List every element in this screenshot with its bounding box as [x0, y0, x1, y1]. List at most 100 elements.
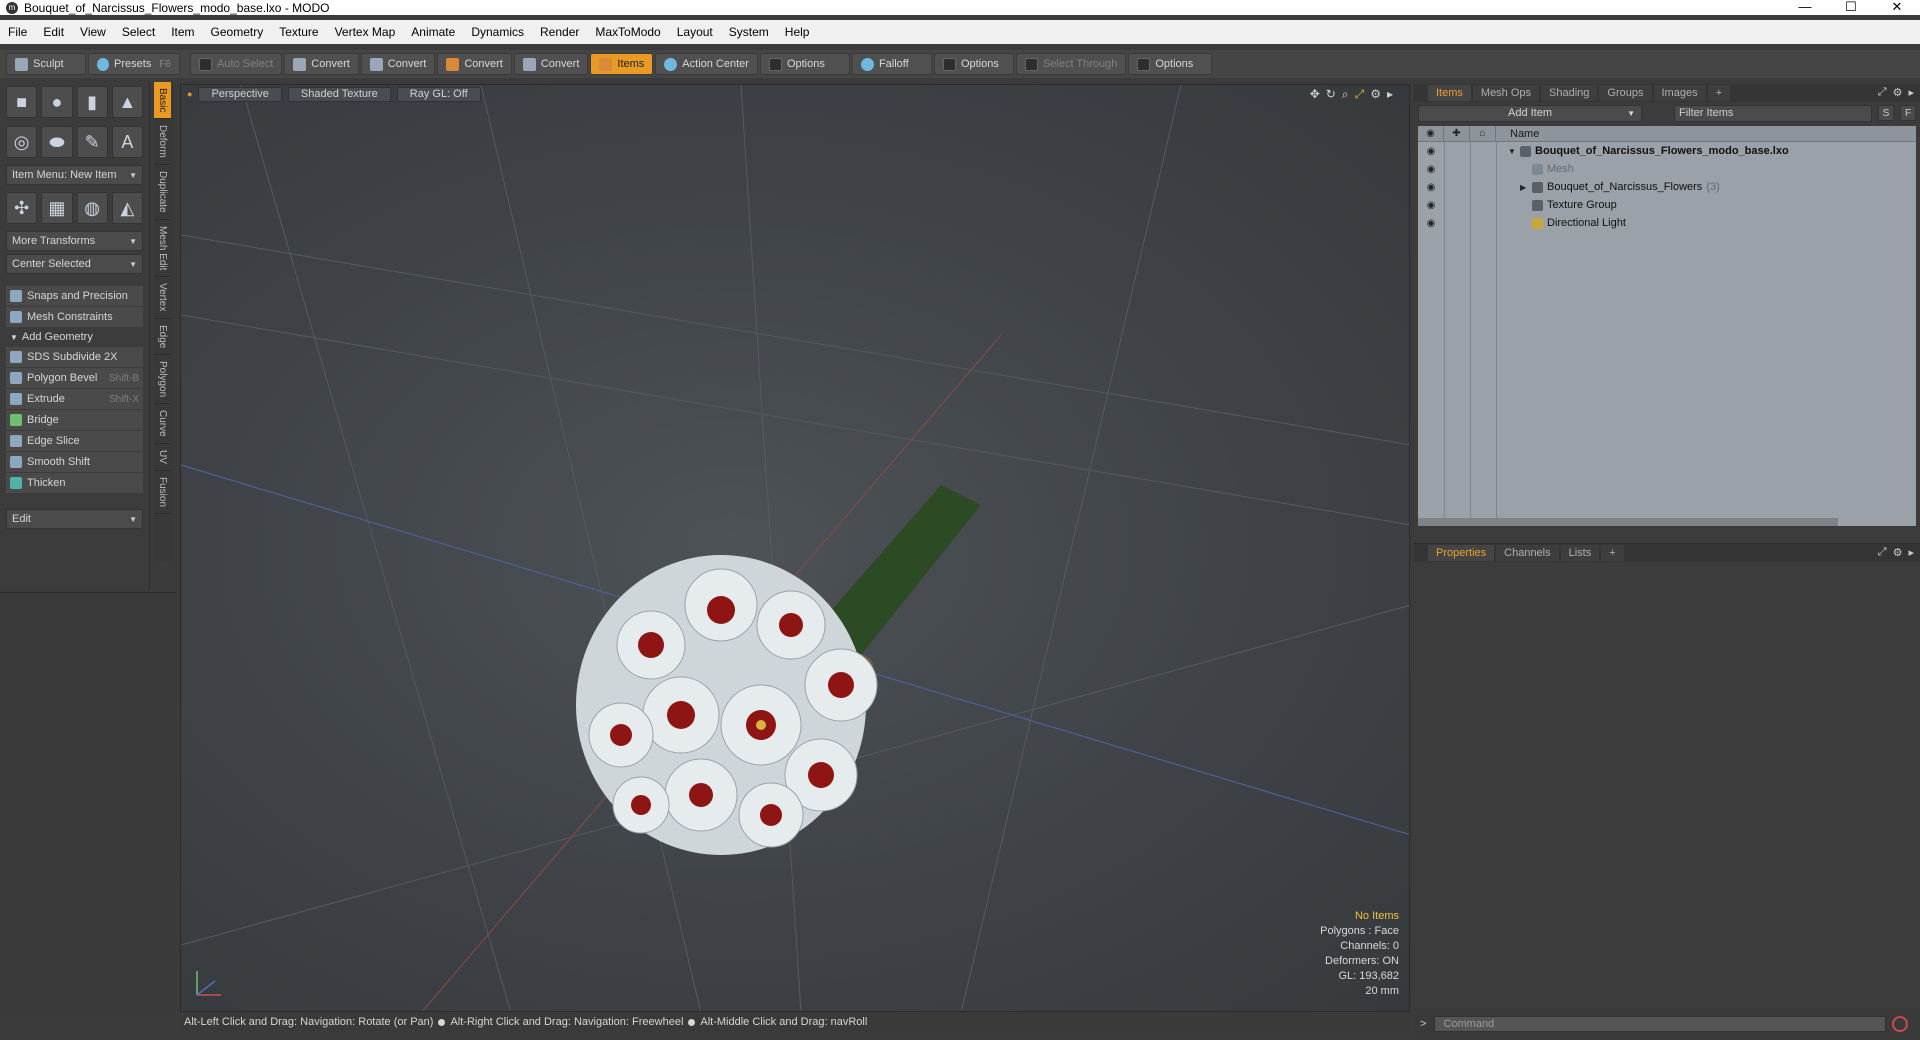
mesh-constraints-button[interactable]: Mesh Constraints: [6, 307, 143, 327]
vtab-vertex[interactable]: Vertex: [154, 277, 171, 319]
eye-icon[interactable]: ◉: [1418, 125, 1444, 142]
tab-lists[interactable]: Lists: [1560, 545, 1600, 561]
menu-texture[interactable]: Texture: [271, 25, 326, 39]
zoom-icon[interactable]: ⌕: [1342, 87, 1349, 102]
select-through-button[interactable]: Select Through: [1015, 53, 1127, 75]
bridge-button[interactable]: Bridge: [6, 410, 143, 430]
falloff-options-button[interactable]: Options: [933, 53, 1014, 75]
pen-icon[interactable]: ✎: [76, 126, 108, 158]
menu-file[interactable]: File: [0, 25, 35, 39]
capsule-icon[interactable]: ⬬: [41, 126, 73, 158]
polygon-bevel-button[interactable]: Polygon Bevel Shift-B: [6, 368, 143, 388]
chevron-right-icon[interactable]: ▸: [1908, 86, 1914, 99]
tree-row-directional-light[interactable]: ◉ Directional Light: [1418, 214, 1916, 232]
menu-help[interactable]: Help: [777, 25, 818, 39]
menu-layout[interactable]: Layout: [669, 25, 721, 39]
minimize-button[interactable]: —: [1782, 0, 1828, 15]
vtab-mesh-edit[interactable]: Mesh Edit: [154, 220, 171, 278]
convert-polygon-button[interactable]: Convert: [437, 53, 512, 75]
tab-groups[interactable]: Groups: [1599, 85, 1652, 101]
add-tab-button[interactable]: +: [1707, 85, 1731, 101]
convert-edge-button[interactable]: Convert: [360, 53, 436, 75]
select-icon[interactable]: ⌂: [1470, 125, 1496, 142]
presets-button[interactable]: Presets F6: [88, 53, 180, 75]
menu-render[interactable]: Render: [532, 25, 587, 39]
maximize-button[interactable]: ☐: [1828, 0, 1874, 15]
vtab-duplicate[interactable]: Duplicate: [154, 165, 171, 220]
menu-dynamics[interactable]: Dynamics: [463, 25, 532, 39]
edge-slice-button[interactable]: Edge Slice: [6, 431, 143, 451]
menu-select[interactable]: Select: [114, 25, 163, 39]
rotate-icon[interactable]: ↻: [1326, 87, 1336, 102]
cube-icon[interactable]: ■: [6, 86, 38, 118]
item-menu-dropdown[interactable]: Item Menu: New Item ▼: [6, 165, 143, 185]
transform-icon[interactable]: ✣: [6, 192, 38, 224]
filter-f-button[interactable]: F: [1900, 105, 1916, 121]
tree-horizontal-scrollbar[interactable]: [1418, 518, 1838, 526]
gear-icon[interactable]: ⚙: [1370, 87, 1381, 102]
fit-icon[interactable]: ⤢: [1355, 87, 1365, 102]
lock-icon[interactable]: ✚: [1444, 125, 1470, 142]
cone-icon[interactable]: ▲: [111, 86, 143, 118]
center-selected-dropdown[interactable]: Center Selected ▼: [6, 254, 143, 274]
tab-images[interactable]: Images: [1653, 85, 1706, 101]
edit-dropdown[interactable]: Edit ▼: [6, 509, 143, 529]
eye-icon[interactable]: ◉: [1418, 200, 1444, 211]
vtab-basic[interactable]: Basic: [154, 82, 171, 120]
filter-s-button[interactable]: S: [1878, 105, 1894, 121]
smooth-shift-button[interactable]: Smooth Shift: [6, 452, 143, 472]
expand-icon[interactable]: ⤢: [1878, 86, 1887, 99]
vtab-curve[interactable]: Curve: [154, 404, 171, 444]
vtab-polygon[interactable]: Polygon: [154, 355, 171, 405]
move-icon[interactable]: ✥: [1310, 87, 1320, 102]
sculpt-button[interactable]: Sculpt: [6, 53, 86, 75]
add-item-dropdown[interactable]: Add Item ▼: [1418, 104, 1642, 122]
vtab-uv[interactable]: UV: [154, 444, 171, 471]
globe-icon[interactable]: ◍: [76, 192, 108, 224]
tab-shading[interactable]: Shading: [1541, 85, 1598, 101]
eye-icon[interactable]: ◉: [1418, 218, 1444, 229]
chevron-right-icon[interactable]: ▶: [1520, 183, 1532, 192]
tree-row-texture-group[interactable]: ◉ Texture Group: [1418, 196, 1916, 214]
menu-geometry[interactable]: Geometry: [203, 25, 272, 39]
gear-icon[interactable]: ⚙: [1893, 86, 1903, 99]
more-transforms-dropdown[interactable]: More Transforms ▼: [6, 231, 143, 251]
menu-animate[interactable]: Animate: [403, 25, 463, 39]
vtab-fusion[interactable]: Fusion: [154, 471, 171, 514]
tab-mesh-ops[interactable]: Mesh Ops: [1472, 85, 1540, 101]
chevron-down-icon[interactable]: ▼: [1508, 147, 1520, 156]
record-macro-icon[interactable]: [1892, 1016, 1909, 1032]
menu-view[interactable]: View: [72, 25, 114, 39]
gear-icon[interactable]: ⚙: [1893, 546, 1903, 559]
convert-vertex-button[interactable]: Convert: [284, 53, 359, 75]
sphere-icon[interactable]: ●: [41, 86, 73, 118]
command-input[interactable]: Command: [1434, 1016, 1887, 1032]
shading-mode-button[interactable]: Shaded Texture: [287, 86, 391, 102]
menu-maxtomodo[interactable]: MaxToModo: [587, 25, 668, 39]
raygl-button[interactable]: Ray GL: Off: [396, 86, 481, 102]
vtab-edge[interactable]: Edge: [154, 319, 171, 356]
select-options-button[interactable]: Options: [1128, 53, 1213, 75]
viewport-menu-icon[interactable]: ●: [187, 89, 192, 99]
menu-vertex-map[interactable]: Vertex Map: [327, 25, 404, 39]
menu-edit[interactable]: Edit: [35, 25, 72, 39]
thicken-button[interactable]: Thicken: [6, 473, 143, 493]
tab-items[interactable]: Items: [1428, 85, 1471, 101]
vtab-deform[interactable]: Deform: [154, 119, 171, 166]
text-icon[interactable]: A: [111, 126, 143, 158]
3d-viewport[interactable]: ● Perspective Shaded Texture Ray GL: Off…: [180, 84, 1410, 1012]
chevron-right-icon[interactable]: ▸: [1908, 546, 1914, 559]
falloff-button[interactable]: Falloff: [851, 53, 932, 75]
expand-icon[interactable]: ⤢: [1878, 546, 1887, 559]
tree-row-bouquet[interactable]: ◉ ▶ Bouquet_of_Narcissus_Flowers (3): [1418, 178, 1916, 196]
filter-items-input[interactable]: Filter Items: [1674, 104, 1872, 122]
action-center-button[interactable]: Action Center: [655, 53, 758, 75]
tab-channels[interactable]: Channels: [1496, 545, 1559, 561]
grid-icon[interactable]: ▦: [41, 192, 73, 224]
pyramid-icon[interactable]: ◭: [111, 192, 143, 224]
add-geometry-header[interactable]: ▼ Add Geometry: [6, 329, 143, 345]
snaps-precision-button[interactable]: Snaps and Precision: [6, 286, 143, 306]
add-tab-button[interactable]: +: [1601, 545, 1624, 561]
chevron-right-icon[interactable]: ▸: [1387, 87, 1393, 102]
tree-row-scene[interactable]: ◉ ▼ Bouquet_of_Narcissus_Flowers_modo_bas…: [1418, 142, 1916, 160]
